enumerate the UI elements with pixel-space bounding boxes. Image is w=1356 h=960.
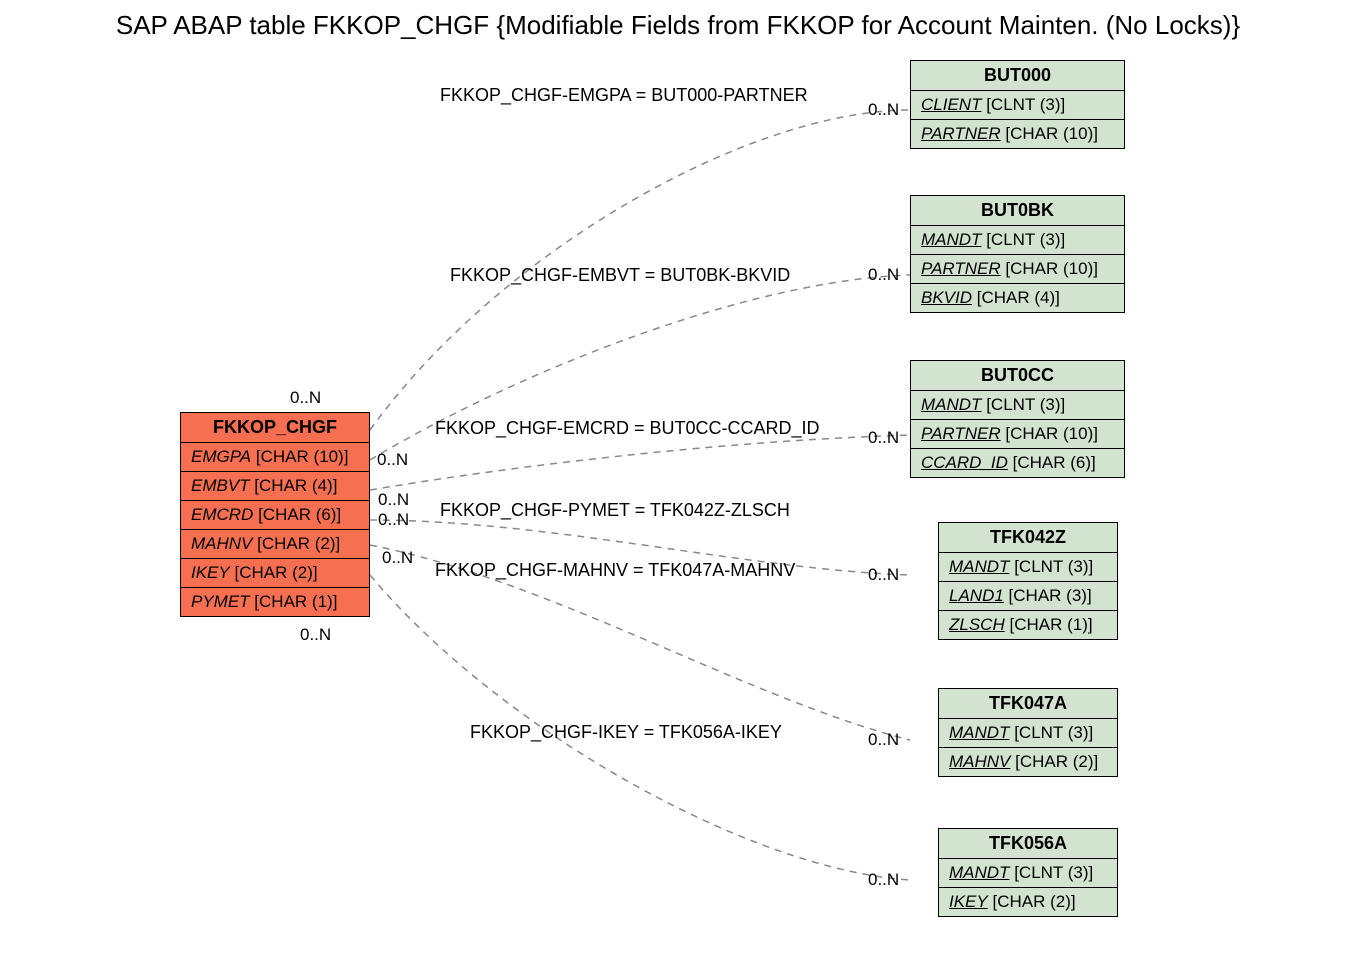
field-row: EMBVT [CHAR (4)] xyxy=(181,472,369,501)
field-row: MANDT [CLNT (3)] xyxy=(911,391,1124,420)
field-row: IKEY [CHAR (2)] xyxy=(939,888,1117,916)
field-row: PYMET [CHAR (1)] xyxy=(181,588,369,616)
cardinality: 0..N xyxy=(868,428,899,448)
field-row: MAHNV [CHAR (2)] xyxy=(181,530,369,559)
field-row: CLIENT [CLNT (3)] xyxy=(911,91,1124,120)
field-row: BKVID [CHAR (4)] xyxy=(911,284,1124,312)
entity-header: BUT0CC xyxy=(911,361,1124,391)
cardinality: 0..N xyxy=(378,510,409,530)
field-row: ZLSCH [CHAR (1)] xyxy=(939,611,1117,639)
entity-header: FKKOP_CHGF xyxy=(181,413,369,443)
relation-label: FKKOP_CHGF-EMBVT = BUT0BK-BKVID xyxy=(450,265,790,286)
entity-header: TFK056A xyxy=(939,829,1117,859)
field-row: EMCRD [CHAR (6)] xyxy=(181,501,369,530)
entity-tfk042z: TFK042Z MANDT [CLNT (3)] LAND1 [CHAR (3)… xyxy=(938,522,1118,640)
cardinality: 0..N xyxy=(290,388,321,408)
entity-header: TFK047A xyxy=(939,689,1117,719)
cardinality: 0..N xyxy=(868,565,899,585)
cardinality: 0..N xyxy=(382,548,413,568)
relation-label: FKKOP_CHGF-PYMET = TFK042Z-ZLSCH xyxy=(440,500,790,521)
entity-tfk047a: TFK047A MANDT [CLNT (3)] MAHNV [CHAR (2)… xyxy=(938,688,1118,777)
cardinality: 0..N xyxy=(300,625,331,645)
field-row: MANDT [CLNT (3)] xyxy=(911,226,1124,255)
field-row: MAHNV [CHAR (2)] xyxy=(939,748,1117,776)
field-row: PARTNER [CHAR (10)] xyxy=(911,120,1124,148)
field-row: PARTNER [CHAR (10)] xyxy=(911,255,1124,284)
relation-label: FKKOP_CHGF-IKEY = TFK056A-IKEY xyxy=(470,722,782,743)
cardinality: 0..N xyxy=(868,730,899,750)
relation-label: FKKOP_CHGF-MAHNV = TFK047A-MAHNV xyxy=(435,560,795,581)
cardinality: 0..N xyxy=(868,870,899,890)
field-row: MANDT [CLNT (3)] xyxy=(939,719,1117,748)
relation-label: FKKOP_CHGF-EMGPA = BUT000-PARTNER xyxy=(440,85,808,106)
entity-fkkop-chgf: FKKOP_CHGF EMGPA [CHAR (10)] EMBVT [CHAR… xyxy=(180,412,370,617)
field-row: MANDT [CLNT (3)] xyxy=(939,553,1117,582)
relation-label: FKKOP_CHGF-EMCRD = BUT0CC-CCARD_ID xyxy=(435,418,820,439)
field-row: IKEY [CHAR (2)] xyxy=(181,559,369,588)
entity-but000: BUT000 CLIENT [CLNT (3)] PARTNER [CHAR (… xyxy=(910,60,1125,149)
cardinality: 0..N xyxy=(378,490,409,510)
cardinality: 0..N xyxy=(868,265,899,285)
entity-header: BUT0BK xyxy=(911,196,1124,226)
entity-header: BUT000 xyxy=(911,61,1124,91)
cardinality: 0..N xyxy=(377,450,408,470)
cardinality: 0..N xyxy=(868,100,899,120)
entity-but0bk: BUT0BK MANDT [CLNT (3)] PARTNER [CHAR (1… xyxy=(910,195,1125,313)
entity-but0cc: BUT0CC MANDT [CLNT (3)] PARTNER [CHAR (1… xyxy=(910,360,1125,478)
field-row: EMGPA [CHAR (10)] xyxy=(181,443,369,472)
field-row: MANDT [CLNT (3)] xyxy=(939,859,1117,888)
entity-header: TFK042Z xyxy=(939,523,1117,553)
field-row: PARTNER [CHAR (10)] xyxy=(911,420,1124,449)
entity-tfk056a: TFK056A MANDT [CLNT (3)] IKEY [CHAR (2)] xyxy=(938,828,1118,917)
field-row: LAND1 [CHAR (3)] xyxy=(939,582,1117,611)
field-row: CCARD_ID [CHAR (6)] xyxy=(911,449,1124,477)
page-title: SAP ABAP table FKKOP_CHGF {Modifiable Fi… xyxy=(0,10,1356,41)
